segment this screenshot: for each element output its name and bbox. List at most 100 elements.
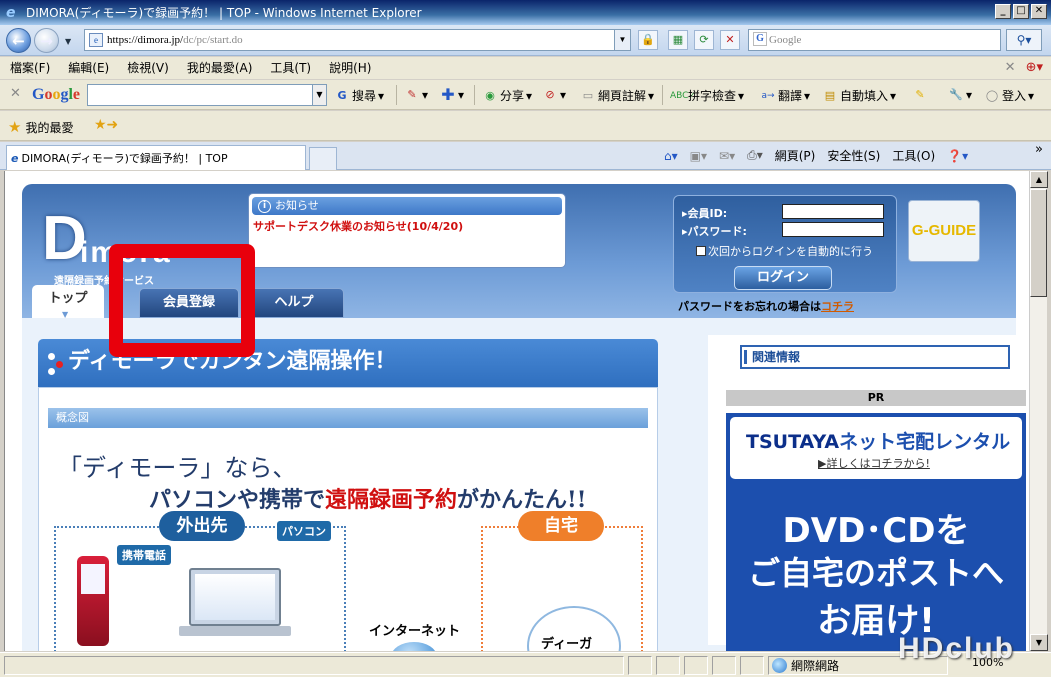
notice-box: i お知らせ サポートデスク休業のお知らせ(10/4/20) (248, 193, 566, 268)
signin-button[interactable]: ◯ 登入 ▾ (984, 87, 1034, 104)
share-button[interactable]: ◉ 分享 ▾ (482, 87, 532, 104)
concept-label: 概念図 (48, 408, 648, 428)
sidewiki-icon: ▭ (582, 88, 594, 102)
tsutaya-ad[interactable]: TSUTAYAネット宅配レンタル ▶詳しくはコチラから! DVD･CDを ご自宅… (726, 413, 1026, 651)
mail-icon[interactable]: ✉▾ (719, 149, 735, 163)
close-google-toolbar-icon[interactable]: ✕ (10, 86, 21, 101)
feeds-icon[interactable]: ▣▾ (690, 149, 707, 163)
login-button[interactable]: ログイン (734, 266, 832, 290)
member-id-label: ▸会員ID: (682, 207, 728, 220)
google-icon: G (753, 32, 767, 46)
nav-tab-top[interactable]: トップ (32, 285, 104, 329)
vertical-scrollbar[interactable]: ▲ ▼ (1029, 171, 1048, 651)
google-search-input[interactable]: ▼ (87, 84, 327, 106)
bookmark-button[interactable]: ✎ ▾ (404, 87, 428, 103)
password-input[interactable] (782, 222, 884, 237)
settings-button[interactable]: 🔧 ▾ (948, 87, 972, 103)
window-titlebar: e DIMORA(ディモーラ)で録画予約！ | TOP - Windows In… (0, 0, 1051, 25)
highlight-button[interactable]: ✎ (912, 87, 928, 103)
stop-icon[interactable]: ✕ (720, 30, 740, 50)
security-zone[interactable]: 網際網路 (772, 657, 839, 674)
internet-label: インターネット (369, 624, 461, 639)
outside-label: 外出先 (159, 511, 245, 541)
google-logo: Google (32, 86, 81, 103)
favorites-label: 我的最愛 (25, 120, 74, 135)
tools-menu-button[interactable]: 工具(O) (892, 147, 935, 164)
google-search-dropdown-icon[interactable]: ▼ (312, 85, 326, 105)
close-toolbar-icon[interactable]: ✕ (1005, 60, 1016, 75)
ad-more-link[interactable]: ▶詳しくはコチラから! (818, 455, 930, 471)
lead-line-1: 「ディモーラ」なら、 (58, 454, 297, 482)
scroll-down-icon[interactable]: ▼ (1030, 634, 1048, 651)
highlight-frame (109, 244, 255, 357)
login-box: ▸会員ID: ▸パスワード: 次回からログインを自動的に行う ログイン (673, 195, 897, 293)
help-icon[interactable]: ❓▾ (947, 149, 968, 163)
forgot-password-link[interactable]: コチラ (821, 300, 854, 313)
nav-tab-help[interactable]: ヘルプ (244, 288, 344, 318)
add-button[interactable]: ✚ ▾ (440, 87, 464, 103)
internet-zone-icon (772, 658, 787, 673)
address-dropdown-icon[interactable]: ▼ (614, 30, 630, 50)
new-tab-button[interactable] (309, 147, 337, 170)
dimora-logo[interactable]: D imora 遠隔録画予約サービス (42, 208, 170, 288)
favorites-button[interactable]: ★ 我的最愛 (8, 118, 73, 136)
auto-login-checkbox[interactable]: 次回からログインを自動的に行う (696, 243, 873, 259)
pc-label: パソコン (277, 521, 331, 541)
bookmark-icon: ✎ (407, 88, 417, 101)
menu-bar: 檔案(F) 編輯(E) 檢視(V) 我的最愛(A) 工具(T) 說明(H) ✕ … (0, 57, 1051, 79)
scroll-thumb[interactable] (1030, 189, 1047, 297)
safety-menu-button[interactable]: 安全性(S) (827, 147, 880, 164)
compatibility-icon[interactable]: ▦ (668, 30, 688, 50)
back-button[interactable]: ← (6, 28, 31, 53)
home-icon[interactable]: ⌂▾ (664, 149, 678, 163)
signin-icon: ◯ (985, 88, 999, 102)
address-toolbar: ← → ▼ e https://dimora.jp/ dc/pc/start.d… (0, 25, 1051, 56)
mobile-phone-icon (77, 556, 109, 646)
add-to-favorites-icon[interactable]: ★➜ (94, 117, 118, 133)
related-info-heading[interactable]: 関連情報 (740, 345, 1010, 369)
search-button[interactable]: ⚲▾ (1006, 29, 1042, 51)
maximize-button[interactable]: □ (1013, 4, 1029, 19)
hero-panel: 概念図 「ディモーラ」なら、 パソコンや携帯で遠隔録画予約がかんたん!! 外出先… (38, 387, 658, 651)
page-menu-button[interactable]: 網頁(P) (775, 147, 816, 164)
spellcheck-button[interactable]: ABC✓ 拼字檢查 ▾ (670, 87, 744, 104)
google-search-button[interactable]: G 搜尋 ▾ (334, 87, 384, 104)
menu-file[interactable]: 檔案(F) (10, 57, 50, 79)
popup-blocker-button[interactable]: ⊘ ▾ (542, 87, 566, 103)
address-bar[interactable]: e https://dimora.jp/ dc/pc/start.do ▼ (84, 29, 631, 51)
star-icon: ★ (8, 118, 22, 136)
ad-line-1: DVD･CDを (782, 511, 970, 551)
url-host: https://dimora.jp/ (107, 34, 184, 46)
close-button[interactable]: ✕ (1031, 4, 1047, 19)
checkbox-icon[interactable] (696, 246, 706, 256)
menu-view[interactable]: 檢視(V) (127, 57, 169, 79)
forward-button[interactable]: → (34, 28, 59, 53)
menu-help[interactable]: 說明(H) (329, 57, 371, 79)
translate-button[interactable]: a→ 翻譯 ▾ (760, 87, 810, 104)
menu-favorites[interactable]: 我的最愛(A) (187, 57, 253, 79)
ad-brand: TSUTAYAネット宅配レンタル (746, 431, 1011, 453)
tab-dimora[interactable]: e DIMORA(ディモーラ)で録画予約！ | TOP (6, 145, 306, 170)
notice-link[interactable]: サポートデスク休業のお知らせ(10/4/20) (249, 218, 565, 234)
search-input[interactable]: G Google (748, 29, 1001, 51)
refresh-icon[interactable]: ⟳ (694, 30, 714, 50)
page-viewport: D imora 遠隔録画予約サービス i お知らせ サポートデスク休業のお知らせ… (4, 171, 1029, 651)
notice-header: i お知らせ (252, 197, 562, 215)
autofill-icon: ▤ (824, 88, 836, 102)
more-chevron-icon[interactable]: » (1035, 142, 1043, 157)
history-dropdown-icon[interactable]: ▼ (65, 37, 71, 46)
autofill-button[interactable]: ▤ 自動填入 ▾ (822, 87, 896, 104)
lock-icon[interactable]: 🔒 (638, 30, 658, 50)
member-id-input[interactable] (782, 204, 884, 219)
ie-logo-icon: e (6, 4, 16, 21)
gguide-logo[interactable]: G-GUIDE (908, 200, 980, 262)
annotate-button[interactable]: ▭ 網頁註解 ▾ (580, 87, 654, 104)
translate-menu-icon[interactable]: ⊕▾ (1026, 60, 1043, 75)
tab-label: DIMORA(ディモーラ)で録画予約！ | TOP (21, 152, 228, 165)
menu-tools[interactable]: 工具(T) (270, 57, 311, 79)
page-icon: e (89, 33, 103, 47)
menu-edit[interactable]: 編輯(E) (68, 57, 109, 79)
minimize-button[interactable]: _ (995, 4, 1011, 19)
print-icon[interactable]: ⎙▾ (747, 148, 763, 163)
scroll-up-icon[interactable]: ▲ (1030, 171, 1048, 188)
